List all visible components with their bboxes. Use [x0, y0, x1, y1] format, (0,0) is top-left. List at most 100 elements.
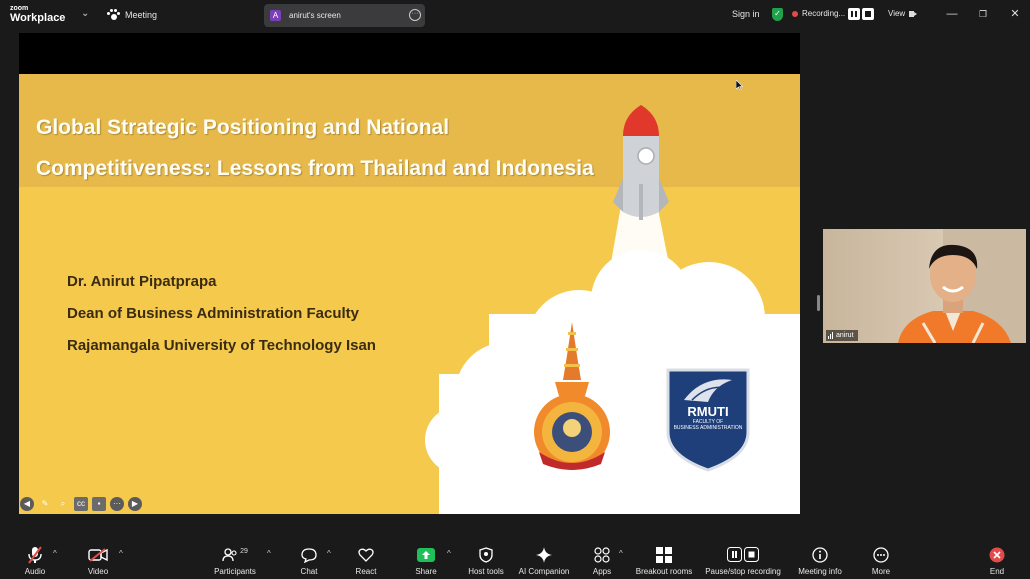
- microphone-muted-icon: [28, 546, 42, 564]
- stop-recording-button[interactable]: [862, 8, 874, 20]
- participants-count: 29: [240, 547, 248, 555]
- participant-video[interactable]: anirut: [823, 229, 1026, 343]
- chat-options-caret[interactable]: ^: [327, 549, 331, 558]
- shared-screen-area: Global Strategic Positioning and Nationa…: [19, 33, 800, 514]
- apps-button[interactable]: Apps: [590, 540, 614, 579]
- screen-name: anirut's screen: [289, 11, 341, 20]
- pen-icon[interactable]: ✎: [38, 497, 52, 511]
- meeting-label: Meeting: [125, 10, 158, 20]
- react-button[interactable]: React: [352, 540, 380, 579]
- participant-name-tag: anirut: [826, 330, 858, 341]
- apps-options-caret[interactable]: ^: [619, 549, 623, 558]
- presentation-slide: Global Strategic Positioning and Nationa…: [19, 74, 800, 514]
- breakout-rooms-icon: [656, 547, 672, 563]
- breakout-rooms-label: Breakout rooms: [635, 567, 693, 576]
- participants-options-caret[interactable]: ^: [267, 549, 271, 558]
- zoom-icon[interactable]: ⌕: [56, 497, 70, 511]
- presenter-position: Dean of Business Administration Faculty: [67, 305, 359, 322]
- rmuti-logo: RMUTI FACULTY OF BUSINESS ADMINISTRATION: [662, 366, 754, 472]
- security-shield-icon[interactable]: ✓: [772, 8, 783, 21]
- chat-icon: [301, 547, 317, 563]
- end-meeting-button[interactable]: End: [984, 540, 1010, 579]
- paw-icon: [107, 9, 120, 21]
- chat-button[interactable]: Chat: [297, 540, 321, 579]
- end-label: End: [989, 567, 1005, 576]
- heart-icon: [358, 548, 374, 562]
- meeting-button[interactable]: Meeting: [107, 7, 157, 23]
- top-bar: zoom Workplace ⌄ Meeting A anirut's scre…: [0, 0, 1030, 30]
- view-icon: [909, 10, 918, 17]
- video-options-caret[interactable]: ^: [119, 549, 123, 558]
- meeting-toolbar: Audio ^ Video ^ 29 Participants ^ Chat ^…: [0, 540, 1030, 579]
- logo-text: RMUTI: [687, 404, 729, 419]
- view-label: View: [888, 9, 906, 18]
- shield-icon: [479, 547, 493, 563]
- slide-controls: ◀ ✎ ⌕ cc ▪ ··· ▶: [20, 496, 142, 512]
- pause-stop-recording-button[interactable]: Pause/stop recording: [704, 540, 782, 579]
- pause-stop-recording-label: Pause/stop recording: [705, 567, 781, 576]
- end-call-icon: [989, 547, 1005, 563]
- more-icon[interactable]: ···: [110, 497, 124, 511]
- cursor-icon: [736, 80, 743, 90]
- chat-label: Chat: [300, 567, 318, 576]
- logo-main: Workplace: [10, 12, 66, 24]
- more-button[interactable]: More: [868, 540, 894, 579]
- university-emblem: [534, 322, 610, 470]
- audio-label: Audio: [24, 567, 46, 576]
- signal-icon: [828, 332, 833, 339]
- slide-title-line2: Competitiveness: Lessons from Thailand a…: [36, 157, 594, 180]
- participants-label: Participants: [214, 567, 256, 576]
- chevron-down-icon[interactable]: ⌄: [81, 8, 89, 19]
- more-options-icon[interactable]: ···: [409, 9, 421, 21]
- video-button[interactable]: Video: [84, 540, 112, 579]
- share-label: Share: [415, 567, 437, 576]
- minimize-button[interactable]: —: [944, 6, 960, 22]
- video-camera-off-icon: [88, 548, 108, 562]
- video-label: Video: [87, 567, 109, 576]
- share-button[interactable]: Share: [412, 540, 440, 579]
- restore-button[interactable]: ❐: [975, 6, 991, 22]
- pause-recording-button[interactable]: [848, 8, 860, 20]
- audio-button[interactable]: Audio: [21, 540, 49, 579]
- camera-icon[interactable]: ▪: [92, 497, 106, 511]
- university-name: Rajamangala University of Technology Isa…: [67, 337, 376, 354]
- panel-resize-handle[interactable]: [817, 295, 820, 311]
- zoom-workplace-logo[interactable]: zoom Workplace: [10, 5, 65, 24]
- previous-slide-icon[interactable]: ◀: [20, 497, 34, 511]
- recording-dot-icon: [792, 11, 798, 17]
- logo-small: zoom: [10, 5, 29, 12]
- react-label: React: [355, 567, 377, 576]
- ai-companion-label: AI Companion: [518, 567, 570, 576]
- recording-controls-icon: [727, 547, 759, 562]
- shared-screen-pill[interactable]: A anirut's screen ···: [264, 4, 425, 27]
- host-tools-label: Host tools: [468, 567, 504, 576]
- share-options-caret[interactable]: ^: [447, 549, 451, 558]
- presenter-name: Dr. Anirut Pipatprapa: [67, 273, 217, 290]
- breakout-rooms-button[interactable]: Breakout rooms: [634, 540, 694, 579]
- meeting-info-button[interactable]: Meeting info: [796, 540, 844, 579]
- participants-icon: [222, 548, 237, 562]
- captions-icon[interactable]: cc: [74, 497, 88, 511]
- slide-title: Global Strategic Positioning and Nationa…: [36, 107, 716, 189]
- audio-options-caret[interactable]: ^: [53, 549, 57, 558]
- apps-icon: [594, 547, 610, 563]
- participants-button[interactable]: 29 Participants: [212, 540, 258, 579]
- more-icon: [873, 547, 889, 563]
- host-tools-button[interactable]: Host tools: [466, 540, 506, 579]
- signin-button[interactable]: Sign in: [732, 9, 760, 19]
- avatar: A: [270, 10, 281, 21]
- view-button[interactable]: View: [888, 9, 918, 18]
- meeting-info-label: Meeting info: [798, 567, 842, 576]
- apps-label: Apps: [592, 567, 612, 576]
- ai-companion-button[interactable]: AI Companion: [516, 540, 572, 579]
- slide-title-line1: Global Strategic Positioning and Nationa…: [36, 116, 450, 139]
- more-label: More: [871, 567, 891, 576]
- sparkle-icon: [536, 547, 552, 563]
- info-icon: [812, 547, 828, 563]
- logo-sub2: BUSINESS ADMINISTRATION: [673, 425, 743, 431]
- close-button[interactable]: ✕: [1007, 6, 1023, 22]
- participant-figure: [898, 244, 1011, 343]
- share-screen-icon: [417, 548, 435, 562]
- next-slide-icon[interactable]: ▶: [128, 497, 142, 511]
- participant-name: anirut: [836, 332, 854, 339]
